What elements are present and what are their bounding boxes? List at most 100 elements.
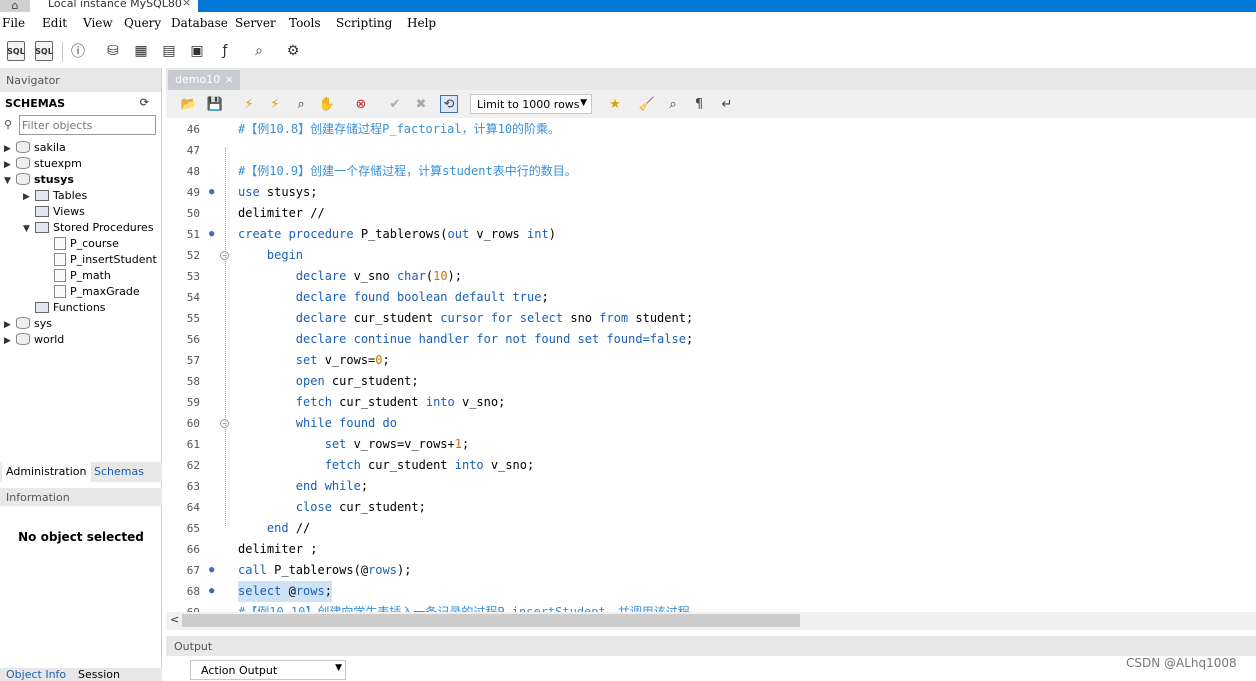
tab-demo10[interactable]: demo10 × bbox=[168, 70, 240, 90]
tab-object-info[interactable]: Object Info bbox=[6, 668, 66, 681]
tree-item-p_insertstudent[interactable]: P_insertStudent bbox=[42, 252, 157, 268]
beautify-icon[interactable]: 🧹 bbox=[638, 95, 656, 113]
collapsed-arrow-icon[interactable]: ▶ bbox=[4, 157, 16, 173]
tab-administration[interactable]: Administration bbox=[2, 462, 91, 482]
create-schema-icon[interactable]: ⛁ bbox=[102, 40, 124, 62]
menu-help[interactable]: Help bbox=[407, 16, 436, 30]
menu-database[interactable]: Database bbox=[171, 16, 228, 30]
code-line: 50 delimiter // bbox=[166, 203, 1256, 224]
collapsed-arrow-icon[interactable]: ▶ bbox=[4, 141, 16, 157]
save-icon[interactable]: 💾 bbox=[206, 95, 224, 113]
sql-editor[interactable]: 46 #【例10.8】创建存储过程P_factorial，计算10的阶乘。 47 48… bbox=[166, 118, 1256, 612]
code-line: 59 fetch cur_student into v_sno; bbox=[166, 392, 1256, 413]
code-line: 60− while found do bbox=[166, 413, 1256, 434]
close-icon[interactable]: × bbox=[225, 73, 234, 86]
tree-item-stusys[interactable]: ▼ stusys bbox=[4, 172, 74, 188]
create-table-icon[interactable]: ▦ bbox=[130, 40, 152, 62]
connection-tab[interactable]: Local instance MySQL80 × bbox=[30, 0, 198, 12]
find-icon[interactable]: ⌕ bbox=[664, 95, 682, 113]
tree-item-p_course[interactable]: P_course bbox=[42, 236, 119, 252]
tree-item-sakila[interactable]: ▶ sakila bbox=[4, 140, 66, 156]
menu-server[interactable]: Server bbox=[235, 16, 276, 30]
menu-view[interactable]: View bbox=[83, 16, 113, 30]
line-number: 55 bbox=[186, 312, 200, 325]
code-text: begin bbox=[266, 248, 304, 262]
navigator-header: Navigator bbox=[0, 68, 161, 92]
wrap-lines-icon[interactable]: ↵ bbox=[718, 95, 736, 113]
add-snippet-icon[interactable]: ★ bbox=[606, 95, 624, 113]
expanded-arrow-icon[interactable]: ▼ bbox=[23, 221, 35, 237]
search-table-data-icon[interactable]: ⌕ bbox=[248, 40, 270, 62]
open-file-icon[interactable]: 📂 bbox=[180, 95, 198, 113]
code-text: declare v_sno char(10); bbox=[295, 269, 462, 283]
code-text: declare continue handler for not found s… bbox=[295, 332, 694, 346]
tree-item-stored-procedures[interactable]: ▼ Stored Procedures bbox=[23, 220, 154, 236]
create-procedure-icon[interactable]: ▣ bbox=[186, 40, 208, 62]
code-line: 62 fetch cur_student into v_sno; bbox=[166, 455, 1256, 476]
home-tab[interactable]: ⌂ bbox=[0, 0, 30, 12]
schemas-header: SCHEMAS ⟳ bbox=[0, 92, 161, 114]
code-text: delimiter ; bbox=[238, 542, 318, 556]
execute-current-icon[interactable]: ⚡ bbox=[266, 95, 284, 113]
collapsed-arrow-icon[interactable]: ▶ bbox=[4, 333, 16, 349]
menu-query[interactable]: Query bbox=[124, 16, 161, 30]
collapsed-arrow-icon[interactable]: ▶ bbox=[23, 189, 35, 205]
tree-item-p_math[interactable]: P_math bbox=[42, 268, 111, 284]
commit-icon[interactable]: ✔ bbox=[386, 95, 404, 113]
toggle-error-icon[interactable]: ⊗ bbox=[352, 95, 370, 113]
create-view-icon[interactable]: ▤ bbox=[158, 40, 180, 62]
horizontal-scrollbar[interactable]: < bbox=[166, 612, 1256, 630]
inspector-icon[interactable]: ⓘ bbox=[67, 40, 89, 62]
create-function-icon[interactable]: ƒ bbox=[214, 40, 236, 62]
scrollbar-thumb[interactable] bbox=[182, 614, 800, 627]
menu-scripting[interactable]: Scripting bbox=[336, 16, 392, 30]
search-icon: ⚲ bbox=[4, 118, 13, 131]
tree-item-tables[interactable]: ▶ Tables bbox=[23, 188, 87, 204]
autocommit-icon[interactable]: ⟲ bbox=[440, 95, 458, 113]
menu-edit[interactable]: Edit bbox=[42, 16, 67, 30]
refresh-icon[interactable]: ⟳ bbox=[140, 96, 149, 109]
scroll-left-icon[interactable]: < bbox=[170, 613, 179, 626]
line-number: 49 bbox=[186, 186, 200, 199]
navigator-panel: Navigator SCHEMAS ⟳ ⚲ Filter objects ▶ sa… bbox=[0, 68, 162, 681]
rollback-icon[interactable]: ✖ bbox=[412, 95, 430, 113]
menu-tools[interactable]: Tools bbox=[289, 16, 321, 30]
database-icon bbox=[16, 157, 30, 169]
menu-file[interactable]: File bbox=[2, 16, 25, 30]
filter-objects-input[interactable]: Filter objects bbox=[19, 115, 156, 135]
tree-item-label: Views bbox=[53, 205, 85, 218]
tree-item-p_maxgrade[interactable]: P_maxGrade bbox=[42, 284, 140, 300]
code-line: 63 end while; bbox=[166, 476, 1256, 497]
code-text: declare cur_student cursor for select sn… bbox=[295, 311, 694, 325]
editor-tab-label: demo10 bbox=[175, 73, 221, 86]
code-line: 65 end // bbox=[166, 518, 1256, 539]
tree-item-label: Functions bbox=[53, 301, 106, 314]
tree-item-functions[interactable]: Functions bbox=[23, 300, 106, 316]
tree-item-views[interactable]: Views bbox=[23, 204, 85, 220]
open-sql-script-button[interactable]: SQL bbox=[35, 41, 53, 61]
collapsed-arrow-icon[interactable]: ▶ bbox=[4, 317, 16, 333]
tree-item-stuexpm[interactable]: ▶ stuexpm bbox=[4, 156, 82, 172]
sql-open-label: SQL bbox=[35, 46, 53, 56]
tab-schemas[interactable]: Schemas bbox=[94, 465, 144, 478]
stop-icon[interactable]: ✋ bbox=[318, 95, 336, 113]
line-number: 61 bbox=[186, 438, 200, 451]
new-sql-tab-button[interactable]: SQL bbox=[7, 41, 25, 61]
close-icon[interactable]: × bbox=[182, 0, 191, 8]
code-text: set v_rows=v_rows+1; bbox=[324, 437, 470, 451]
tree-item-world[interactable]: ▶ world bbox=[4, 332, 64, 348]
reconnect-icon[interactable]: ⚙ bbox=[282, 40, 304, 62]
explain-icon[interactable]: ⌕ bbox=[292, 95, 310, 113]
tab-session[interactable]: Session bbox=[78, 668, 120, 681]
execute-icon[interactable]: ⚡ bbox=[240, 95, 258, 113]
expanded-arrow-icon[interactable]: ▼ bbox=[4, 173, 16, 189]
invisible-chars-icon[interactable]: ¶ bbox=[690, 95, 708, 113]
tree-item-label: sys bbox=[34, 317, 52, 330]
database-icon bbox=[16, 317, 30, 329]
output-type-select[interactable]: Action Output ▼ bbox=[190, 660, 346, 680]
line-number: 60 bbox=[186, 417, 200, 430]
limit-rows-select[interactable]: Limit to 1000 rows ▼ bbox=[470, 94, 592, 114]
tree-item-label: world bbox=[34, 333, 65, 346]
line-number: 62 bbox=[186, 459, 200, 472]
tree-item-sys[interactable]: ▶ sys bbox=[4, 316, 52, 332]
